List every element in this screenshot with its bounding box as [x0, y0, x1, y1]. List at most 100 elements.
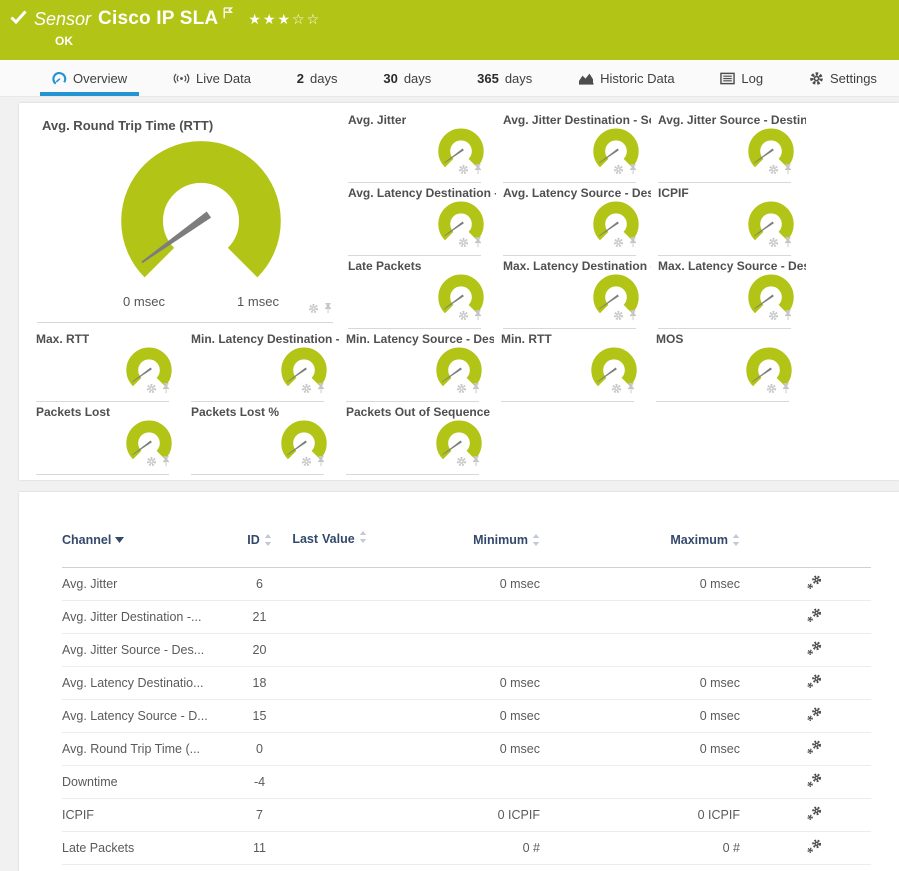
- gauge-pin-icon[interactable]: [473, 235, 483, 253]
- channel-settings-gears-icon[interactable]: [806, 772, 823, 789]
- gauge-pin-icon[interactable]: [161, 381, 171, 399]
- gauge-settings-gear-icon[interactable]: [768, 235, 779, 253]
- gauge-settings-gear-icon[interactable]: [766, 381, 777, 399]
- tab-historic-data[interactable]: Historic Data: [566, 60, 686, 96]
- gauge-settings-gear-icon[interactable]: [458, 235, 469, 253]
- gauge-tile: Packets Lost %: [185, 402, 340, 475]
- gauge-scale-min: 0 msec: [123, 294, 165, 309]
- gauge-pin-icon[interactable]: [628, 162, 638, 180]
- channel-settings-gears-icon[interactable]: [806, 607, 823, 624]
- channel-settings-gears-icon[interactable]: [806, 838, 823, 855]
- channel-name: Avg. Jitter Source - Des...: [62, 643, 232, 657]
- flag-icon[interactable]: [223, 6, 233, 24]
- gauge-settings-gear-icon[interactable]: [146, 454, 157, 472]
- table-row: Avg. Round Trip Time (... 0 0 msec 0 mse…: [62, 733, 871, 766]
- gauge-settings-gear-icon[interactable]: [458, 162, 469, 180]
- channel-maximum: 0 msec: [540, 577, 740, 591]
- bottom-gauge-grid: Max. RTT Min. Latency Destination - So..…: [30, 329, 805, 475]
- channel-table-panel: Channel ID Last Value: [19, 492, 899, 871]
- gauge-pin-icon[interactable]: [316, 381, 326, 399]
- channel-maximum: 0 msec: [540, 676, 740, 690]
- gauge-pin-icon[interactable]: [628, 235, 638, 253]
- channel-name: Avg. Latency Source - D...: [62, 709, 232, 723]
- gauge-settings-gear-icon[interactable]: [613, 235, 624, 253]
- gear-icon: [809, 71, 824, 86]
- channel-table: Channel ID Last Value: [62, 512, 871, 865]
- gauge-tile: ICPIF: [652, 183, 807, 256]
- tab-overview[interactable]: Overview: [40, 60, 139, 96]
- tab-30-days[interactable]: 30days: [371, 60, 443, 96]
- gauge-pin-icon[interactable]: [473, 308, 483, 326]
- table-row: Downtime -4: [62, 766, 871, 799]
- gauge-pin-icon[interactable]: [473, 162, 483, 180]
- gauge-settings-gear-icon[interactable]: [768, 162, 779, 180]
- gauge-title: Max. RTT: [36, 332, 89, 346]
- sort-by-id[interactable]: ID: [232, 533, 287, 547]
- channel-name: Late Packets: [62, 841, 232, 855]
- gauge-settings-gear-icon[interactable]: [146, 381, 157, 399]
- gauge-settings-gear-icon[interactable]: [611, 381, 622, 399]
- gauge-title: Packets Lost %: [191, 405, 279, 419]
- priority-rating-stars[interactable]: ★★★☆☆: [248, 11, 321, 28]
- tab-settings[interactable]: Settings: [797, 60, 889, 96]
- gauge-pin-icon[interactable]: [316, 454, 326, 472]
- gauge-tile: MOS: [650, 329, 805, 402]
- channel-settings-gears-icon[interactable]: [806, 805, 823, 822]
- sort-by-minimum[interactable]: Minimum: [372, 533, 540, 547]
- channel-settings-gears-icon[interactable]: [806, 706, 823, 723]
- channel-settings-gears-icon[interactable]: [806, 640, 823, 657]
- gauge-pin-icon[interactable]: [783, 308, 793, 326]
- object-kind-label: Sensor: [34, 9, 91, 30]
- channel-minimum: 0 ICPIF: [372, 808, 540, 822]
- gauge-settings-gear-icon[interactable]: [768, 308, 779, 326]
- channel-settings-gears-icon[interactable]: [806, 673, 823, 690]
- gauge-pin-icon[interactable]: [628, 308, 638, 326]
- tab-live-data[interactable]: Live Data: [161, 60, 263, 96]
- tab-strip: Overview Live Data 2days 30days 365days …: [0, 60, 899, 97]
- gauge-title: Avg. Jitter: [348, 113, 406, 127]
- gauge-pin-icon[interactable]: [161, 454, 171, 472]
- channel-maximum: 0 msec: [540, 709, 740, 723]
- gauge-tile: Avg. Latency Destination - So...: [342, 183, 497, 256]
- tab-365-days[interactable]: 365days: [465, 60, 544, 96]
- gauge-pin-icon[interactable]: [781, 381, 791, 399]
- gauge-settings-gear-icon[interactable]: [308, 301, 319, 319]
- gauge-settings-gear-icon[interactable]: [458, 308, 469, 326]
- gauge-tile: Packets Lost: [30, 402, 185, 475]
- channel-name: Avg. Jitter Destination -...: [62, 610, 232, 624]
- table-row: Avg. Latency Destinatio... 18 0 msec 0 m…: [62, 667, 871, 700]
- gauge-settings-gear-icon[interactable]: [613, 308, 624, 326]
- tab-log[interactable]: Log: [708, 60, 775, 96]
- gauge-tile: Max. Latency Destination - So...: [497, 256, 652, 329]
- gauge-pin-icon[interactable]: [626, 381, 636, 399]
- gauge-pin-icon[interactable]: [471, 454, 481, 472]
- sort-by-channel[interactable]: Channel: [62, 533, 232, 547]
- gauge-tile: Max. Latency Source - Destin...: [652, 256, 807, 329]
- gauge-title: Late Packets: [348, 259, 421, 273]
- sort-by-last-value[interactable]: Last Value: [287, 531, 372, 548]
- gauge-tile: Late Packets: [342, 256, 497, 329]
- gauge-title: MOS: [656, 332, 683, 346]
- table-header-row: Channel ID Last Value: [62, 512, 871, 568]
- gauge-dial: [106, 126, 296, 297]
- channel-settings-gears-icon[interactable]: [806, 739, 823, 756]
- gauge-settings-gear-icon[interactable]: [301, 381, 312, 399]
- gauge-settings-gear-icon[interactable]: [456, 454, 467, 472]
- gauge-pin-icon[interactable]: [323, 301, 333, 319]
- gauge-settings-gear-icon[interactable]: [301, 454, 312, 472]
- tab-2-days[interactable]: 2days: [285, 60, 350, 96]
- gauge-settings-gear-icon[interactable]: [456, 381, 467, 399]
- gauge-tile: Max. RTT: [30, 329, 185, 402]
- gauge-title: Packets Lost: [36, 405, 110, 419]
- channel-settings-gears-icon[interactable]: [806, 574, 823, 591]
- gauge-pin-icon[interactable]: [783, 235, 793, 253]
- channel-maximum: 0 ICPIF: [540, 808, 740, 822]
- gauge-settings-gear-icon[interactable]: [613, 162, 624, 180]
- channel-name: Avg. Round Trip Time (...: [62, 742, 232, 756]
- channel-id: 20: [232, 643, 287, 657]
- gauge-pin-icon[interactable]: [471, 381, 481, 399]
- gauge-tile: Min. Latency Destination - So...: [185, 329, 340, 402]
- sort-by-maximum[interactable]: Maximum: [540, 533, 740, 547]
- gauge-pin-icon[interactable]: [783, 162, 793, 180]
- gauge-tile: Avg. Jitter Source - Destination: [652, 110, 807, 183]
